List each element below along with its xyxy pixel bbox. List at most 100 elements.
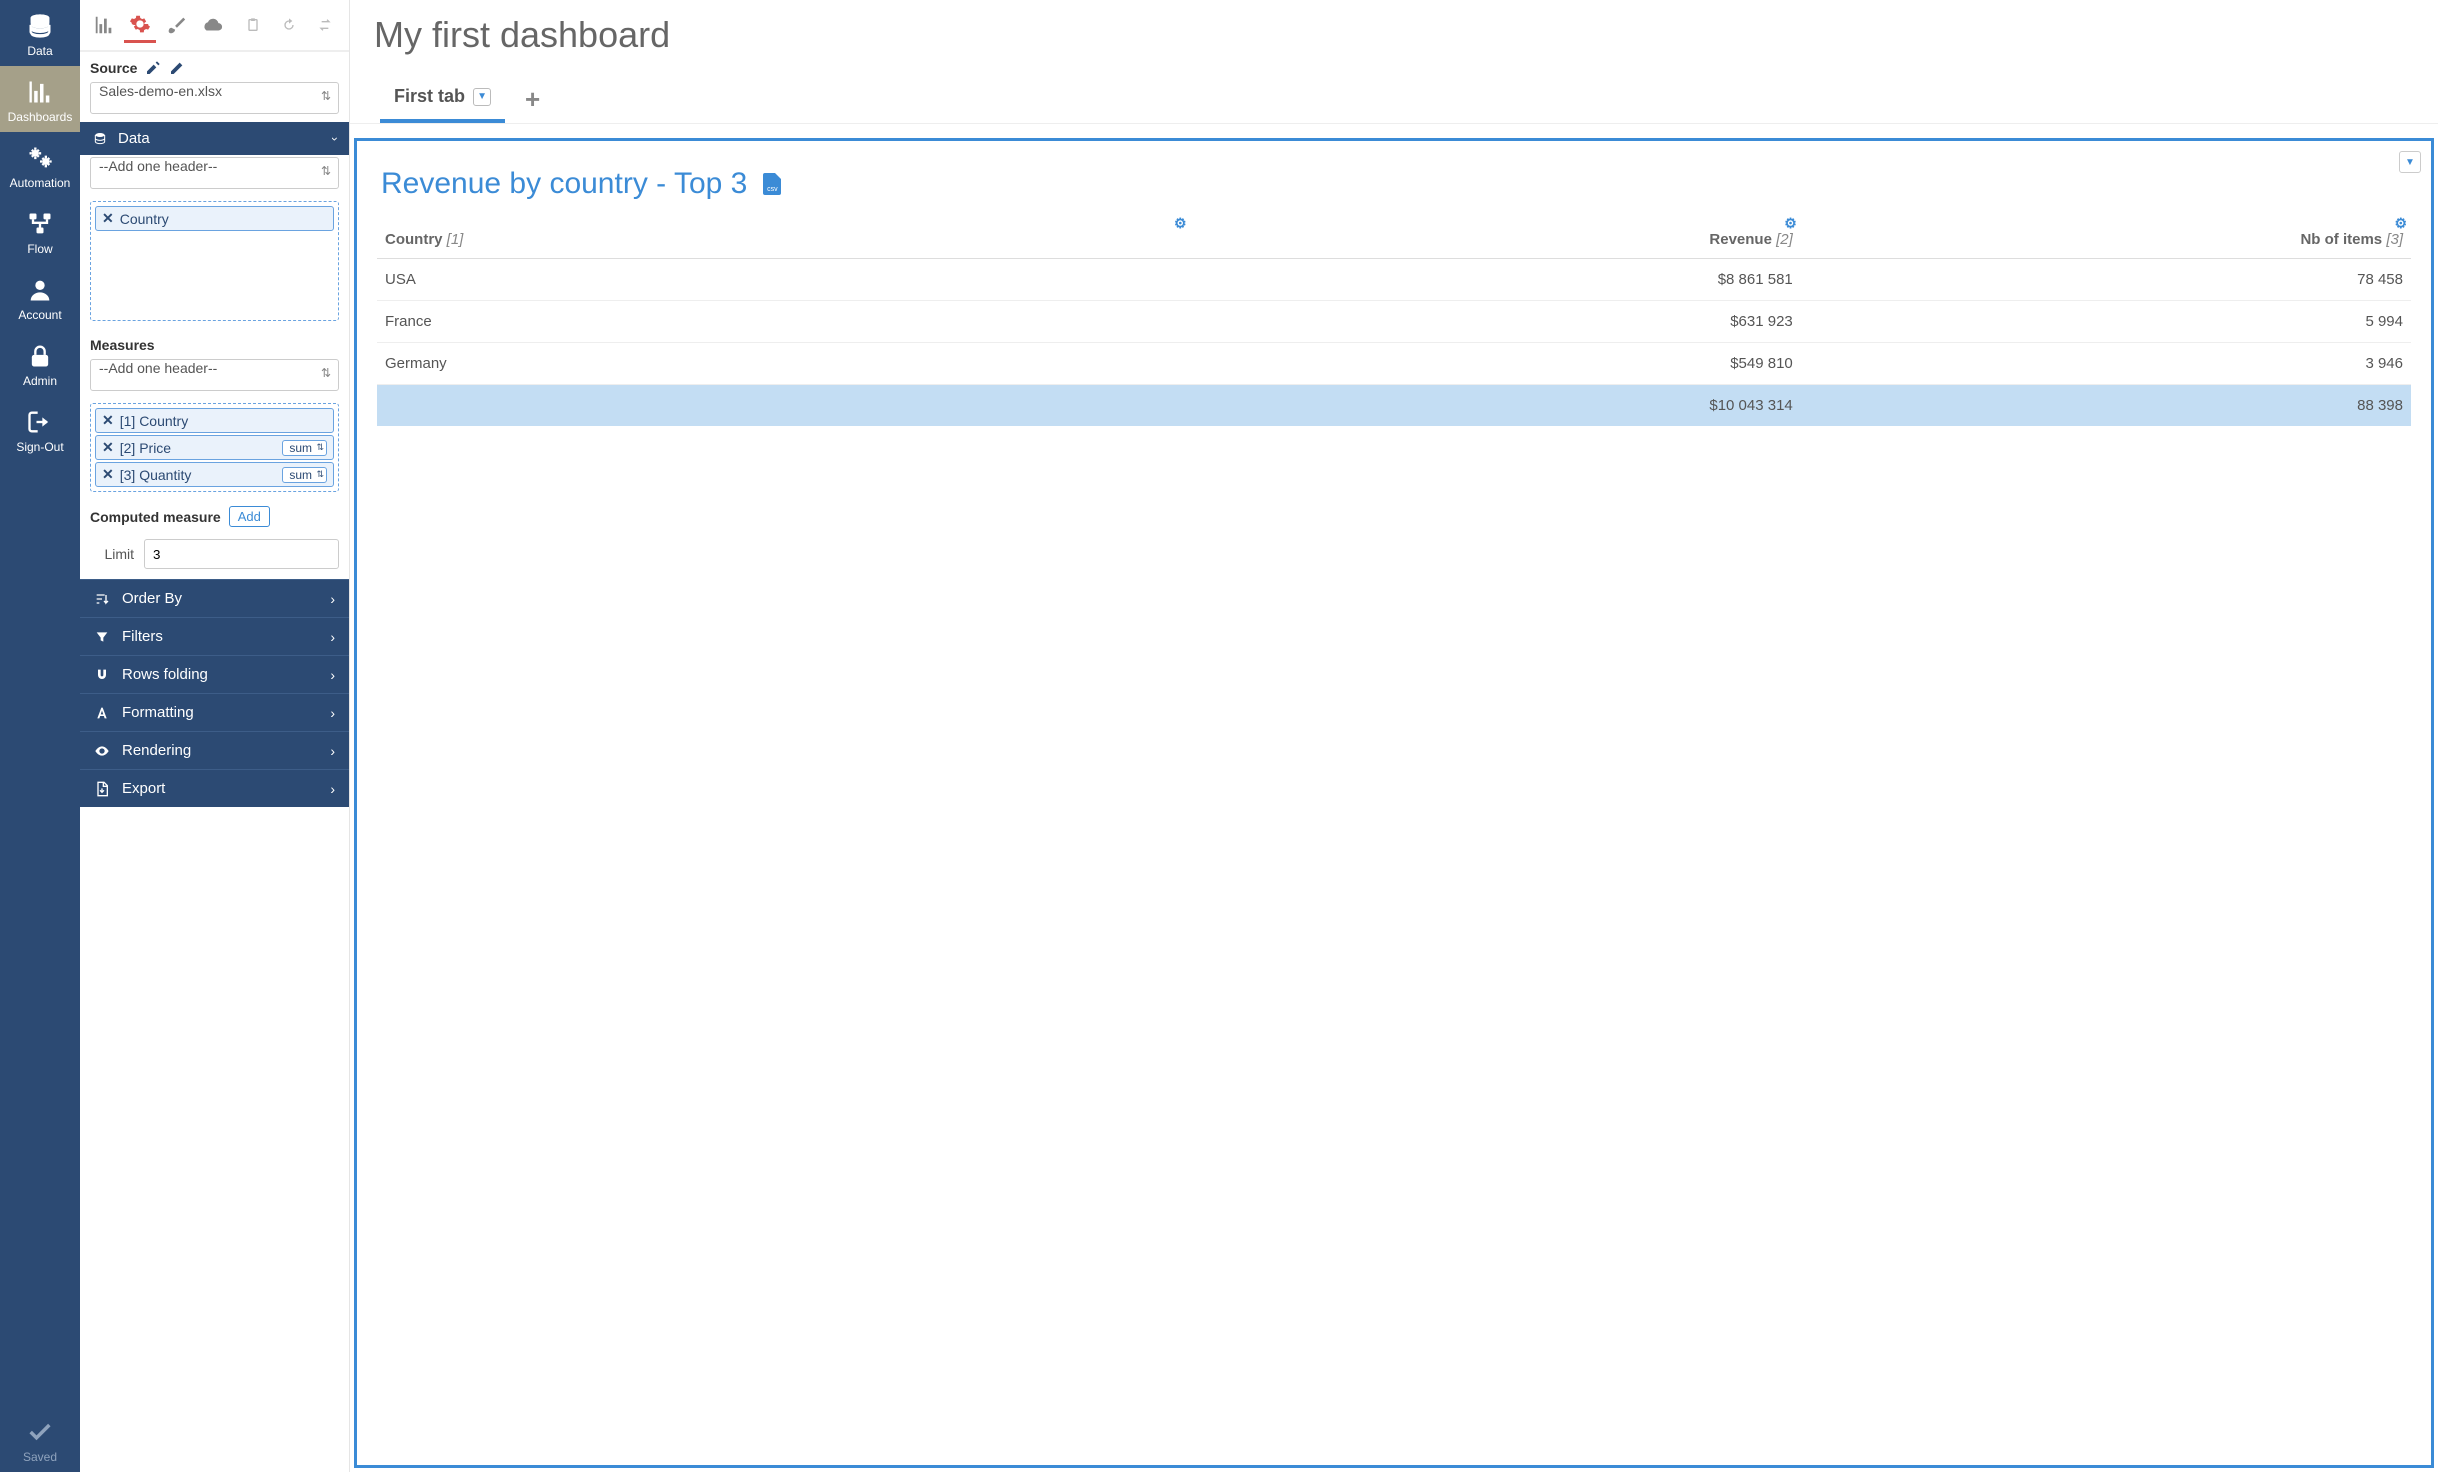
clipboard-icon <box>245 17 261 33</box>
tab-dropdown-button[interactable]: ▼ <box>473 88 491 106</box>
toolbar-cloud-button[interactable] <box>196 7 228 43</box>
export-icon <box>94 781 110 797</box>
chevron-down-icon: › <box>328 137 342 141</box>
nav-flow[interactable]: Flow <box>0 198 80 264</box>
gear-icon[interactable]: ⚙ <box>1784 215 1797 232</box>
magnet-icon <box>94 667 110 683</box>
computed-measure-row: Computed measure Add <box>80 500 349 533</box>
lock-icon <box>26 342 54 370</box>
gear-icon <box>129 13 151 35</box>
nav-account-label: Account <box>18 308 61 322</box>
toolbar-undo-button[interactable] <box>273 7 305 43</box>
remove-icon[interactable]: ✕ <box>102 210 114 227</box>
cloud-icon <box>201 14 223 36</box>
nav-data[interactable]: Data <box>0 0 80 66</box>
brush-icon <box>165 14 187 36</box>
nav-admin-label: Admin <box>23 374 57 388</box>
measure-pill-quantity[interactable]: ✕ [3] Quantity sum <box>95 462 334 487</box>
toolbar-chart-button[interactable] <box>88 7 120 43</box>
title-bar: My first dashboard <box>350 0 2438 76</box>
add-tab-button[interactable]: + <box>517 80 548 119</box>
main-content: My first dashboard First tab ▼ + ▼ Reven… <box>350 0 2438 1472</box>
acc-rendering[interactable]: Rendering › <box>80 731 349 769</box>
flow-icon <box>26 210 54 238</box>
config-panel: Source Sales-demo-en.xlsx Data › --Add o… <box>80 0 350 1472</box>
page-title: My first dashboard <box>374 14 2414 56</box>
nav-signout-label: Sign-Out <box>16 440 63 454</box>
gear-icon[interactable]: ⚙ <box>2394 215 2407 232</box>
results-table: Country [1] ⚙ Revenue [2] ⚙ Nb of items … <box>377 221 2411 426</box>
pencil-icon[interactable] <box>169 60 185 76</box>
nav-flow-label: Flow <box>27 242 52 256</box>
limit-input[interactable] <box>144 539 339 569</box>
chevron-right-icon: › <box>330 743 335 759</box>
signout-icon <box>26 408 54 436</box>
acc-rowsfolding[interactable]: Rows folding › <box>80 655 349 693</box>
nav-automation[interactable]: Automation <box>0 132 80 198</box>
database-icon <box>92 131 108 147</box>
chevron-right-icon: › <box>330 781 335 797</box>
remove-icon[interactable]: ✕ <box>102 412 114 429</box>
toolbar-settings-button[interactable] <box>124 7 156 43</box>
measure-pill-country[interactable]: ✕ [1] Country <box>95 408 334 433</box>
bar-chart-icon <box>93 14 115 36</box>
acc-filters[interactable]: Filters › <box>80 617 349 655</box>
table-row: Germany $549 810 3 946 <box>377 343 2411 385</box>
data-add-header-select[interactable]: --Add one header-- <box>90 157 339 189</box>
measures-add-header-select[interactable]: --Add one header-- <box>90 359 339 391</box>
col-country: Country [1] ⚙ <box>377 221 1191 259</box>
gears-icon <box>26 144 54 172</box>
limit-row: Limit <box>80 533 349 579</box>
user-icon <box>26 276 54 304</box>
widget-title: Revenue by country - Top 3 csv <box>381 167 2407 201</box>
widget-menu-button[interactable]: ▼ <box>2399 151 2421 173</box>
remove-icon[interactable]: ✕ <box>102 466 114 483</box>
table-row: USA $8 861 581 78 458 <box>377 259 2411 301</box>
nav-dashboards[interactable]: Dashboards <box>0 66 80 132</box>
nav-dashboards-label: Dashboards <box>8 110 73 124</box>
limit-label: Limit <box>90 546 134 562</box>
nav-saved: Saved <box>0 1406 80 1472</box>
table-total-row: $10 043 314 88 398 <box>377 385 2411 427</box>
undo-icon <box>281 17 297 33</box>
acc-export[interactable]: Export › <box>80 769 349 807</box>
toolbar-swap-button[interactable] <box>309 7 341 43</box>
tabs-row: First tab ▼ + <box>350 76 2438 124</box>
nav-automation-label: Automation <box>10 176 71 190</box>
toolbar-brush-button[interactable] <box>160 7 192 43</box>
font-icon <box>94 705 110 721</box>
edit-icon[interactable] <box>145 60 161 76</box>
acc-formatting[interactable]: Formatting › <box>80 693 349 731</box>
sort-icon <box>94 591 110 607</box>
bar-chart-icon <box>26 78 54 106</box>
agg-select[interactable]: sum <box>282 440 327 456</box>
nav-account[interactable]: Account <box>0 264 80 330</box>
nav-data-label: Data <box>27 44 52 58</box>
acc-orderby[interactable]: Order By › <box>80 579 349 617</box>
tab-first[interactable]: First tab ▼ <box>380 76 505 123</box>
chevron-right-icon: › <box>330 667 335 683</box>
data-pill-country[interactable]: ✕ Country <box>95 206 334 231</box>
config-toolbar <box>80 0 349 52</box>
gear-icon[interactable]: ⚙ <box>1174 215 1187 232</box>
source-label: Source <box>80 52 349 80</box>
source-select[interactable]: Sales-demo-en.xlsx <box>90 82 339 114</box>
check-icon <box>26 1418 54 1446</box>
toolbar-paste-button[interactable] <box>237 7 269 43</box>
nav-admin[interactable]: Admin <box>0 330 80 396</box>
chevron-right-icon: › <box>330 629 335 645</box>
measure-pill-price[interactable]: ✕ [2] Price sum <box>95 435 334 460</box>
agg-select[interactable]: sum <box>282 467 327 483</box>
data-section-header[interactable]: Data › <box>80 122 349 155</box>
data-drop-area[interactable]: ✕ Country <box>90 201 339 321</box>
remove-icon[interactable]: ✕ <box>102 439 114 456</box>
nav-rail: Data Dashboards Automation Flow Account … <box>0 0 80 1472</box>
measures-label: Measures <box>80 329 349 357</box>
add-computed-button[interactable]: Add <box>229 506 270 527</box>
col-revenue: Revenue [2] ⚙ <box>1191 221 1801 259</box>
nav-signout[interactable]: Sign-Out <box>0 396 80 462</box>
measures-drop-area[interactable]: ✕ [1] Country ✕ [2] Price sum ✕ [3] Quan… <box>90 403 339 492</box>
filter-icon <box>94 629 110 645</box>
database-icon <box>26 12 54 40</box>
csv-export-icon[interactable]: csv <box>763 173 781 195</box>
